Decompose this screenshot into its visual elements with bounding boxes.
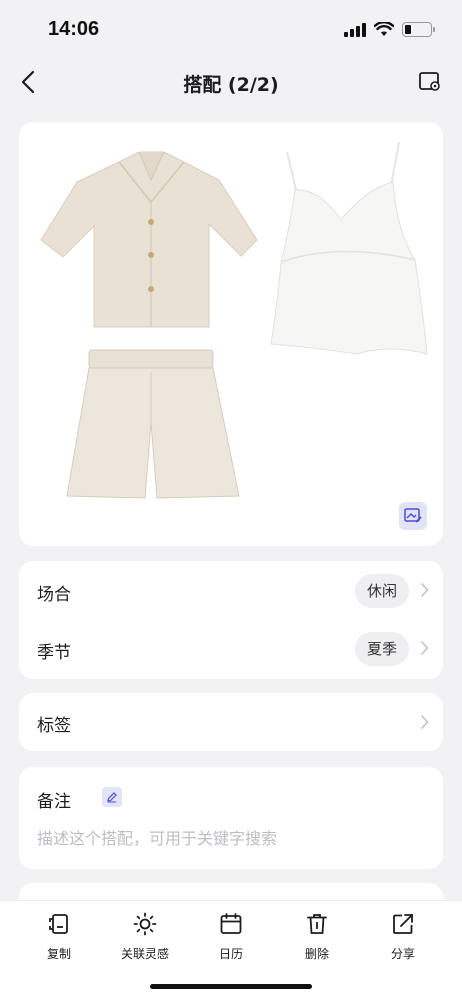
- linen-shirt-image: [40, 151, 258, 328]
- outfit-image-card[interactable]: [19, 122, 443, 546]
- share-icon: [393, 914, 413, 934]
- tags-label: 标签: [37, 716, 71, 736]
- status-icons: [344, 22, 435, 37]
- battery-level: [405, 25, 411, 34]
- wifi-icon: [374, 22, 394, 36]
- share-button[interactable]: 分享: [363, 911, 443, 962]
- note-input[interactable]: 描述这个搭配，可用于关键字搜索: [37, 825, 277, 849]
- tags-card[interactable]: 标签: [19, 693, 443, 751]
- link-inspiration-label: 关联灵感: [120, 947, 169, 961]
- season-row[interactable]: 季节 夏季: [19, 620, 443, 678]
- calendar-button[interactable]: 日历: [191, 911, 271, 962]
- season-value[interactable]: 夏季: [354, 632, 409, 666]
- sun-icon: [133, 912, 157, 936]
- note-title: 备注: [37, 792, 71, 812]
- attributes-card: 场合 休闲 季节 夏季: [19, 561, 443, 679]
- home-indicator: [150, 984, 312, 989]
- copy-button[interactable]: 复制: [19, 911, 99, 962]
- occasion-row[interactable]: 场合 休闲: [19, 562, 443, 620]
- chevron-right-icon: [420, 714, 429, 730]
- page-title: 搭配 (2/2): [183, 74, 279, 96]
- navigation-bar: 搭配 (2/2): [0, 60, 462, 104]
- delete-button[interactable]: 删除: [277, 911, 357, 962]
- trash-icon: [307, 914, 327, 934]
- occasion-label: 场合: [37, 585, 71, 605]
- note-edit-button[interactable]: [102, 787, 122, 807]
- outfit-collage: [40, 141, 428, 499]
- linen-shorts-image: [66, 349, 240, 499]
- image-settings-icon: [419, 72, 440, 91]
- status-time: 14:06: [48, 18, 100, 40]
- delete-label: 删除: [304, 947, 329, 961]
- camisole-top-image: [270, 141, 428, 355]
- copy-icon: [49, 914, 68, 934]
- battery-icon: [402, 22, 435, 37]
- share-label: 分享: [390, 947, 415, 961]
- calendar-label: 日历: [218, 947, 243, 961]
- occasion-value[interactable]: 休闲: [354, 574, 409, 608]
- pencil-icon: [107, 792, 117, 803]
- image-settings-button[interactable]: [416, 68, 444, 96]
- chevron-right-icon: [420, 640, 429, 656]
- edit-image-button[interactable]: [399, 502, 427, 530]
- link-inspiration-button[interactable]: 关联灵感: [105, 911, 185, 962]
- image-edit-icon: [404, 508, 422, 523]
- season-label: 季节: [37, 643, 71, 663]
- note-card: 备注 描述这个搭配，可用于关键字搜索: [19, 767, 443, 869]
- calendar-icon: [220, 913, 242, 934]
- copy-label: 复制: [46, 947, 71, 961]
- cellular-signal-icon: [344, 22, 366, 37]
- status-bar: 14:06: [0, 0, 462, 60]
- chevron-right-icon: [420, 582, 429, 598]
